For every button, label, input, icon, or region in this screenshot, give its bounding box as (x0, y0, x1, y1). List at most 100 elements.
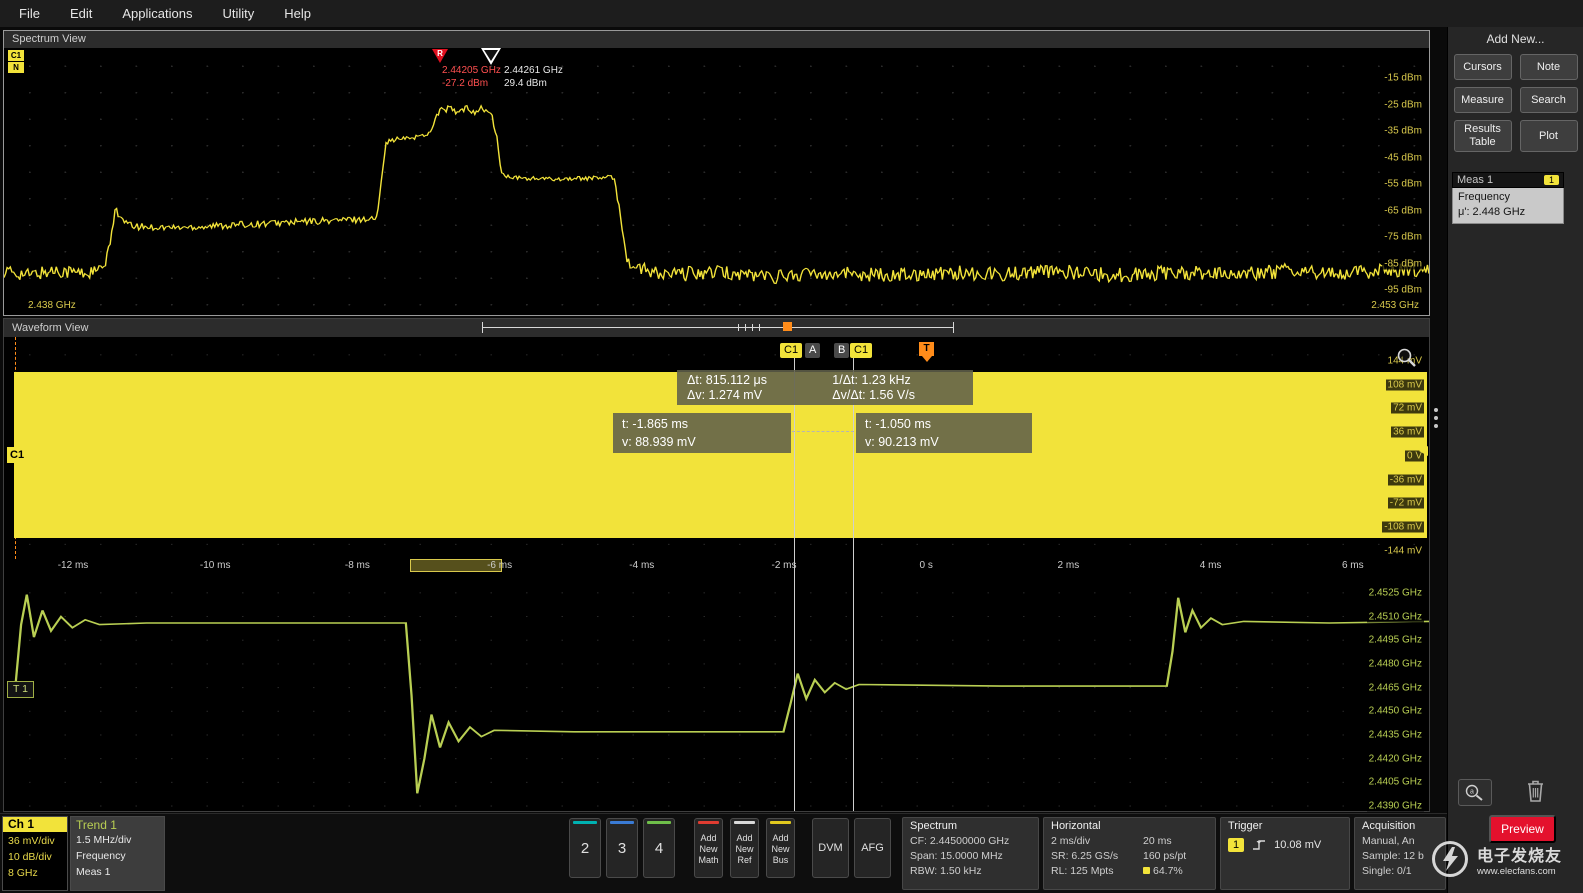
meas1-source-badge: 1 (1543, 175, 1559, 185)
cursor-b-readout: t: -1.050 ms v: 90.213 mV (856, 413, 1032, 454)
svg-text:a: a (1470, 788, 1474, 795)
warning-dot-icon (1143, 867, 1150, 875)
cursor-b-value: v: 90.213 mV (865, 435, 939, 450)
cursor-a-source-badge[interactable]: C1 (780, 343, 803, 358)
reference-marker-readout: 2.44205 GHz -27.2 dBm (442, 65, 501, 89)
sample-rate: SR: 6.25 GS/s (1051, 850, 1119, 863)
ruler-tick (738, 324, 739, 331)
results-table-button[interactable]: Results Table (1453, 120, 1512, 152)
channel-4-color-strip (647, 821, 671, 824)
note-button[interactable]: Note (1519, 54, 1578, 80)
trigger-level: 10.08 mV (1274, 839, 1322, 851)
channel-3-color-strip (610, 821, 634, 824)
zoom-overview-ruler[interactable] (482, 322, 954, 333)
waveform-view-panel: Waveform View -12 ms -10 ms -8 ms -6 ms -4 m… (3, 318, 1430, 812)
spectrum-source-badges: C1 N (8, 50, 24, 74)
cursor-b-time: t: -1.050 ms (865, 417, 931, 431)
add-new-bus-label: Add New Bus (771, 833, 790, 865)
rbw: RBW: 1.50 kHz (910, 865, 982, 878)
menu-utility[interactable]: Utility (207, 0, 269, 27)
spectrum-settings-panel[interactable]: Spectrum CF: 2.44500000 GHz Span: 15.000… (902, 817, 1039, 890)
channel-4-button[interactable]: 4 (643, 818, 675, 878)
stop-frequency-label: 2.453 GHz (1371, 300, 1419, 311)
add-new-label: Add New... (1486, 32, 1545, 46)
time-axis-label: 2 ms (1057, 560, 1080, 571)
add-new-math-button[interactable]: Add New Math (694, 818, 723, 878)
add-new-ref-button[interactable]: Add New Ref (730, 818, 759, 878)
trend1-source: Meas 1 (76, 865, 111, 878)
ruler-tick (745, 324, 746, 331)
zoom-annotation-button[interactable]: a (1458, 779, 1492, 806)
channel-2-button[interactable]: 2 (569, 818, 601, 878)
trigger-position-flag[interactable] (783, 322, 792, 331)
time-axis-label: 6 ms (1341, 560, 1364, 571)
horizontal-settings-panel[interactable]: Horizontal 2 ms/div 20 ms SR: 6.25 GS/s … (1043, 817, 1216, 890)
ch1-vertical-scale: 36 mV/div (8, 835, 55, 847)
panel-resize-handle[interactable] (1434, 408, 1438, 428)
trend-plot[interactable] (4, 573, 1429, 811)
menu-help[interactable]: Help (269, 0, 326, 27)
meas1-mean: μ': 2.448 GHz (1458, 205, 1526, 218)
trend-trace (14, 594, 1429, 794)
time-axis-label: -8 ms (344, 560, 370, 571)
dvm-button[interactable]: DVM (812, 818, 849, 878)
cursor-delta-readout: Δt: 815.112 μs 1/Δt: 1.23 kHz Δv: 1.274 … (677, 370, 973, 405)
watermark-logo-icon (1432, 841, 1468, 877)
acquisition-settings-title: Acquisition (1362, 820, 1416, 832)
spectrum-view-header[interactable]: Spectrum View (4, 31, 1429, 48)
channel-3-button[interactable]: 3 (606, 818, 638, 878)
plot-button[interactable]: Plot (1519, 120, 1578, 152)
zoom-icon[interactable] (1396, 347, 1418, 369)
spectrum-plot[interactable]: C1 N R 2.44205 GHz -27.2 dBm 2.44261 GHz… (4, 48, 1429, 315)
spectrum-trace-svg (4, 104, 1429, 285)
spectrum-view-panel: Spectrum View C1 N R 2.44205 GHz -27.2 d… (3, 30, 1430, 316)
ch1-label[interactable]: Ch 1 (3, 817, 67, 832)
delta-v-over-t: Δv/Δt: 1.56 V/s (832, 388, 915, 402)
measure-button[interactable]: Measure (1453, 87, 1512, 113)
menu-applications[interactable]: Applications (107, 0, 207, 27)
add-new-math-label: Add New Math (698, 833, 719, 865)
trigger-marker[interactable]: T (919, 342, 934, 362)
trash-button[interactable] (1522, 775, 1548, 807)
trash-icon (1527, 780, 1543, 802)
menu-file[interactable]: File (4, 0, 55, 27)
trigger-source-badge: 1 (1228, 838, 1245, 852)
acquisition-sample: Sample: 12 b (1362, 850, 1424, 863)
channel-2-color-strip (573, 821, 597, 824)
bus-color-strip (770, 821, 791, 824)
channel-3-label: 3 (617, 839, 627, 857)
time-axis-label: 0 s (919, 560, 933, 571)
cursor-b-source-badge[interactable]: C1 (850, 343, 873, 358)
channel-4-label: 4 (654, 839, 664, 857)
menu-edit[interactable]: Edit (55, 0, 107, 27)
channel-c1-badge: C1 (8, 50, 24, 61)
time-axis: -12 ms -10 ms -8 ms -6 ms -4 ms -2 ms 0 s 2 ms 4… (4, 559, 1429, 573)
cursor-a-line[interactable] (794, 343, 795, 811)
add-new-bus-button[interactable]: Add New Bus (766, 818, 795, 878)
right-sidebar: Add New... Cursors Note Measure Search R… (1447, 27, 1583, 893)
trigger-level-arrow[interactable] (1419, 446, 1428, 456)
trigger-settings-panel[interactable]: Trigger 1 10.08 mV (1220, 817, 1350, 890)
cursors-button[interactable]: Cursors (1453, 54, 1512, 80)
settings-bar: Ch 1 36 mV/div 10 dB/div 8 GHz Trend 1 1… (0, 813, 1447, 893)
ch1-settings-tile[interactable]: Ch 1 36 mV/div 10 dB/div 8 GHz (2, 816, 68, 891)
meas1-results-badge[interactable]: Meas 1 1 Frequency μ': 2.448 GHz (1452, 172, 1564, 224)
trend1-scale: 1.5 MHz/div (76, 834, 132, 846)
ruler-tick (759, 324, 760, 331)
time-axis-label: -10 ms (199, 560, 231, 571)
cursor-a-badge[interactable]: A (805, 343, 821, 358)
trend1-settings-tile[interactable]: Trend 1 1.5 MHz/div Frequency Meas 1 (70, 816, 165, 891)
cursor-b-badge[interactable]: B (834, 343, 850, 358)
trend1-handle-badge[interactable]: T 1 (7, 681, 34, 698)
trend1-label[interactable]: Trend 1 (71, 817, 164, 833)
memory-usage: 64.7% (1143, 864, 1208, 879)
horizontal-settings-title: Horizontal (1051, 820, 1101, 832)
magnifier-a-icon: a (1465, 784, 1483, 801)
sample-interval: 160 ps/pt (1143, 850, 1187, 863)
meas1-title: Meas 1 (1457, 174, 1494, 186)
search-button[interactable]: Search (1519, 87, 1578, 113)
cursor-b-line[interactable] (853, 343, 854, 811)
meas1-type: Frequency (1458, 191, 1510, 203)
afg-button[interactable]: AFG (854, 818, 891, 878)
add-new-ref-label: Add New Ref (735, 833, 754, 865)
